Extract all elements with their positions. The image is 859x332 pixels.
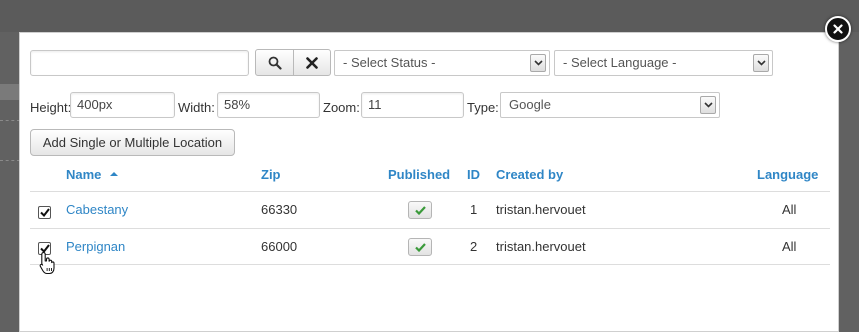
check-icon [414,242,426,252]
published-toggle[interactable] [408,238,432,256]
type-label: Type: [467,100,499,115]
width-label: Width: [178,100,215,115]
language-select-value: - Select Language - [563,55,677,70]
search-input[interactable] [30,50,249,76]
language-select[interactable]: - Select Language - [554,50,773,76]
hand-pointer-icon [39,251,55,275]
checkmark-icon [39,208,50,217]
column-header-id[interactable]: ID [467,167,480,182]
column-header-name[interactable]: Name [66,167,119,182]
locations-modal: - Select Status - - Select Language - He… [19,32,839,332]
row-checkbox[interactable] [38,206,51,219]
status-select-value: - Select Status - [343,55,436,70]
column-header-name-label: Name [66,167,102,182]
zip-cell: 66000 [261,239,298,254]
check-icon [414,205,426,215]
close-icon [833,24,843,34]
column-header-created-by[interactable]: Created by [496,167,563,182]
chevron-down-icon [700,96,716,114]
row-divider [30,228,830,229]
close-modal-button[interactable] [825,16,851,42]
column-header-published[interactable]: Published [388,167,450,182]
height-input[interactable]: 400px [70,92,175,118]
height-label: Height: [30,100,72,115]
created-by-cell: tristan.hervouet [496,202,586,217]
id-cell: 2 [470,239,478,254]
chevron-down-icon [753,54,769,72]
search-icon [268,56,282,70]
background-toolbar-edge [0,84,20,100]
map-type-value: Google [509,97,551,112]
search-button[interactable] [255,49,294,76]
add-location-button[interactable]: Add Single or Multiple Location [30,129,235,156]
row-divider [30,264,830,265]
column-header-zip[interactable]: Zip [261,167,281,182]
chevron-down-icon [530,54,546,72]
language-cell: All [782,239,797,254]
zip-cell: 66330 [261,202,298,217]
clear-icon [306,56,318,69]
created-by-cell: tristan.hervouet [496,239,586,254]
location-name-link[interactable]: Perpignan [66,239,125,254]
zoom-input[interactable]: 11 [361,92,464,118]
background-divider [0,160,20,161]
sort-ascending-icon [110,172,119,176]
status-select[interactable]: - Select Status - [334,50,550,76]
header-divider [30,191,830,192]
map-type-select[interactable]: Google [500,92,720,118]
width-input[interactable]: 58% [217,92,320,118]
published-toggle[interactable] [408,201,432,219]
background-divider [0,120,20,121]
column-header-language[interactable]: Language [757,167,818,182]
clear-search-button[interactable] [293,49,331,76]
language-cell: All [782,202,797,217]
background-header [0,0,859,32]
location-name-link[interactable]: Cabestany [66,202,128,217]
id-cell: 1 [470,202,478,217]
zoom-label: Zoom: [323,100,360,115]
